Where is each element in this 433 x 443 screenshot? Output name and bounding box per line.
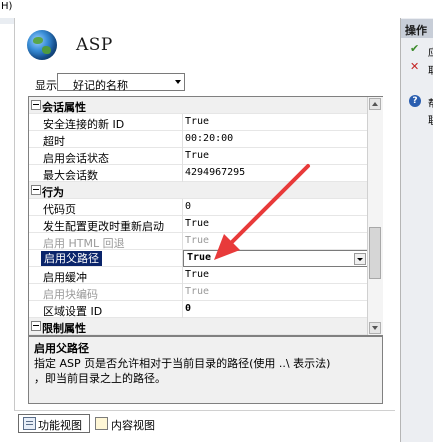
scrollbar-thumb[interactable] xyxy=(369,227,381,279)
action-online-help[interactable]: 联 xyxy=(428,112,433,127)
property-value: True xyxy=(185,269,210,280)
column-divider xyxy=(182,284,183,301)
category-name: 行为 xyxy=(42,186,64,199)
property-value: 0 xyxy=(185,201,192,212)
collapse-toggle-icon[interactable] xyxy=(31,100,41,110)
annotation-arrow xyxy=(214,164,310,260)
column-divider xyxy=(182,165,183,182)
column-divider xyxy=(182,114,183,131)
column-divider xyxy=(182,267,183,284)
connections-panel-edge xyxy=(0,24,8,442)
property-value: True xyxy=(185,116,210,127)
property-name: 启用父路径 xyxy=(41,251,102,266)
property-name: 发生配置更改时重新启动 xyxy=(43,220,164,233)
category-name: 限制属性 xyxy=(42,322,86,335)
property-name: 超时 xyxy=(43,135,65,148)
description-text-line1: 指定 ASP 页是否允许相对于当前目录的路径(使用 ..\ 表示法) xyxy=(34,357,331,370)
description-title: 启用父路径 xyxy=(34,342,89,355)
property-name: 启用缓冲 xyxy=(43,271,87,284)
tab-features-view-label[interactable]: 功能视图 xyxy=(38,417,82,433)
property-name: 启用块编码 xyxy=(43,288,98,301)
property-row[interactable]: 启用块编码 True xyxy=(29,284,369,301)
property-name: 最大会话数 xyxy=(43,169,98,182)
property-row[interactable]: 超时 00:20:00 xyxy=(29,131,369,148)
column-divider xyxy=(182,199,183,216)
menu-item-help[interactable]: H) xyxy=(1,1,12,12)
property-name: 启用会话状态 xyxy=(43,152,109,165)
menu-bar xyxy=(0,0,433,18)
scroll-down-arrow-icon[interactable] xyxy=(369,322,381,334)
action-apply[interactable]: 应 xyxy=(428,44,433,59)
actions-panel xyxy=(400,18,433,442)
column-divider xyxy=(182,233,183,250)
help-icon[interactable]: ? xyxy=(409,95,421,107)
page-title: ASP xyxy=(76,35,113,55)
asp-globe-icon xyxy=(27,30,57,60)
property-name: 代码页 xyxy=(43,203,76,216)
column-divider xyxy=(182,301,183,318)
column-divider xyxy=(182,131,183,148)
chevron-down-icon[interactable] xyxy=(354,253,366,265)
display-dropdown-value: 好记的名称 xyxy=(73,79,128,92)
apply-check-icon[interactable] xyxy=(410,42,419,55)
property-name: 区域设置 ID xyxy=(43,305,103,318)
property-value: True xyxy=(185,286,210,297)
property-value: 0 xyxy=(185,303,192,314)
action-cancel[interactable]: 取 xyxy=(428,62,433,77)
property-grid-scrollbar[interactable] xyxy=(367,97,383,335)
property-category-row[interactable]: 会话属性 xyxy=(29,97,369,114)
action-help[interactable]: 帮 xyxy=(428,95,433,110)
property-value: 00:20:00 xyxy=(185,133,234,144)
category-name: 会话属性 xyxy=(42,101,86,114)
collapse-toggle-icon[interactable] xyxy=(31,185,41,195)
chevron-down-icon[interactable] xyxy=(175,78,183,86)
cancel-x-icon[interactable] xyxy=(410,60,419,73)
actions-panel-title: 操作 xyxy=(405,24,427,37)
annotation-arrow-shaft xyxy=(226,164,310,248)
property-category-row[interactable]: 限制属性 xyxy=(29,318,369,335)
collapse-toggle-icon[interactable] xyxy=(31,321,41,331)
content-view-icon xyxy=(95,417,108,430)
column-divider xyxy=(182,148,183,165)
property-name: 启用 HTML 回退 xyxy=(43,237,125,250)
property-name: 安全连接的新 ID xyxy=(43,118,125,131)
column-divider xyxy=(182,216,183,233)
description-text-line2: ，即当前目录之上的路径。 xyxy=(34,372,166,385)
features-view-icon xyxy=(23,417,36,430)
property-row[interactable]: 安全连接的新 ID True xyxy=(29,114,369,131)
tab-content-view-label[interactable]: 内容视图 xyxy=(111,417,155,433)
property-row[interactable]: 区域设置 ID 0 xyxy=(29,301,369,318)
scroll-up-arrow-icon[interactable] xyxy=(369,98,381,110)
